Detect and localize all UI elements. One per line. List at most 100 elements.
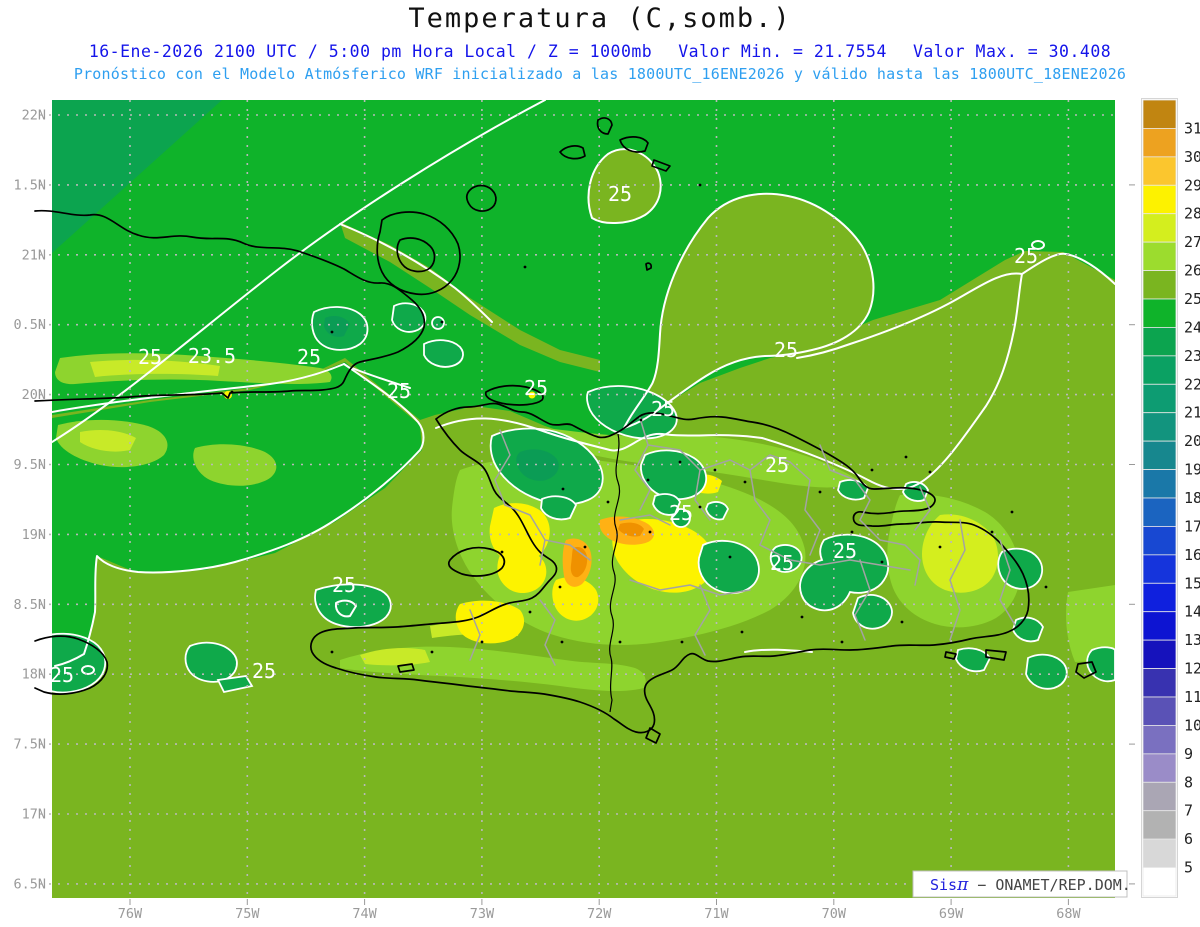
contour-label: 25	[332, 573, 356, 597]
colorbar-tick-label: 11	[1184, 688, 1200, 706]
map-speck	[800, 615, 804, 619]
colorbar-tick-label: 23	[1184, 347, 1200, 365]
colorbar-tick-label: 10	[1184, 716, 1200, 734]
colorbar-tick-label: 6	[1184, 830, 1193, 848]
colorbar-band	[1142, 725, 1177, 755]
map-speck	[330, 650, 334, 654]
colorbar-tick-label: 9	[1184, 745, 1193, 763]
map-speck	[698, 505, 702, 509]
colorbar-tick-label: 21	[1184, 404, 1200, 422]
colorbar-band	[1142, 383, 1177, 414]
contour-label: 23.5	[188, 344, 236, 368]
colorbar-tick-label: 19	[1184, 461, 1200, 479]
map-speck	[840, 640, 844, 644]
colorbar-band	[1142, 810, 1177, 840]
colorbar-band	[1142, 526, 1177, 556]
colorbar-band	[1142, 781, 1177, 812]
colorbar-band	[1142, 668, 1177, 698]
colorbar-tick-label: 28	[1184, 205, 1200, 223]
map-speck	[440, 320, 444, 324]
svg-text:Sisπ − ONAMET/REP.DOM.: Sisπ − ONAMET/REP.DOM.	[930, 875, 1131, 895]
colorbar-band	[1142, 838, 1177, 868]
map-speck	[743, 480, 747, 484]
y-axis-label: 8.5N	[13, 597, 46, 613]
y-axis-label: 17N	[22, 807, 46, 823]
colorbar-tick-label: 7	[1184, 802, 1193, 820]
map-speck	[938, 545, 942, 549]
map-speck	[500, 550, 504, 554]
colorbar-band	[1142, 469, 1177, 499]
colorbar-band	[1142, 213, 1177, 243]
y-axis-label: 0.5N	[13, 317, 46, 333]
y-axis-label: 9.5N	[13, 457, 46, 473]
x-axis-label: 72W	[587, 906, 612, 922]
colorbar-band	[1142, 497, 1177, 527]
x-axis-label: 73W	[470, 906, 495, 922]
x-axis-label: 69W	[939, 906, 964, 922]
map-speck	[928, 470, 932, 474]
map-speck	[646, 478, 650, 482]
y-axis-label: 1.5N	[13, 177, 46, 193]
map-speck	[900, 620, 904, 624]
colorbar-band	[1142, 582, 1177, 613]
colorbar-tick-label: 15	[1184, 574, 1200, 592]
y-axis-label: 22N	[22, 108, 46, 124]
map-speck	[606, 500, 610, 504]
map-speck	[648, 530, 652, 534]
colorbar-band	[1142, 270, 1177, 300]
x-axis-label: 75W	[235, 906, 260, 922]
contour-label: 25	[524, 376, 548, 400]
colorbar-tick-label: 22	[1184, 375, 1200, 393]
map-speck	[990, 530, 994, 534]
map-speck	[480, 640, 484, 644]
contour-label: 25	[252, 659, 276, 683]
colorbar-band	[1142, 298, 1177, 328]
colorbar-band	[1142, 554, 1177, 584]
contour-label: 25	[1014, 244, 1038, 268]
map-speck	[740, 630, 744, 634]
weather-map-page: Temperatura (C,somb.) 16-Ene-2026 2100 U…	[0, 0, 1200, 927]
colorbar-tick-label: 27	[1184, 233, 1200, 251]
colorbar-band	[1142, 128, 1177, 158]
colorbar-tick-label: 8	[1184, 773, 1193, 791]
map-speck	[430, 650, 434, 654]
contour-label: 25	[50, 663, 74, 687]
contour-label: 25	[774, 338, 798, 362]
colorbar-band	[1142, 99, 1177, 129]
colorbar-band	[1142, 611, 1177, 641]
map-speck	[330, 330, 334, 334]
contour-label: 25	[669, 501, 693, 525]
branding-pi-icon: π	[956, 875, 969, 895]
colorbar-band	[1142, 412, 1177, 442]
colorbar-tick-label: 29	[1184, 176, 1200, 194]
map-speck	[558, 585, 562, 589]
map-speck	[583, 545, 587, 549]
colorbar-tick-label: 26	[1184, 262, 1200, 280]
colorbar-band	[1142, 355, 1177, 385]
map-speck	[678, 460, 682, 464]
colorbar-tick-label: 13	[1184, 631, 1200, 649]
colorbar-band	[1142, 696, 1177, 726]
temperature-shading	[52, 100, 1115, 898]
x-axis-label: 68W	[1056, 906, 1081, 922]
colorbar-tick-label: 5	[1184, 859, 1193, 877]
colorbar-tick-label: 12	[1184, 660, 1200, 678]
map-speck	[528, 610, 532, 614]
colorbar-band	[1142, 867, 1177, 897]
colorbar-band	[1142, 156, 1177, 186]
colorbar-tick-label: 30	[1184, 148, 1200, 166]
contour-label: 25	[651, 397, 675, 421]
contour-label: 25	[833, 539, 857, 563]
map-speck	[561, 487, 565, 491]
colorbar-tick-label: 14	[1184, 603, 1200, 621]
map-speck	[870, 468, 874, 472]
y-axis-label: 18N	[22, 667, 46, 683]
colorbar-tick-label: 18	[1184, 489, 1200, 507]
colorbar-band	[1142, 184, 1177, 215]
colorbar-band	[1142, 241, 1177, 271]
branding-org: − ONAMET/REP.DOM.	[968, 876, 1131, 894]
colorbar-tick-label: 17	[1184, 517, 1200, 535]
colorbar-band	[1142, 753, 1177, 783]
colorbar-band	[1142, 639, 1177, 669]
colorbar-tick-label: 24	[1184, 318, 1200, 336]
